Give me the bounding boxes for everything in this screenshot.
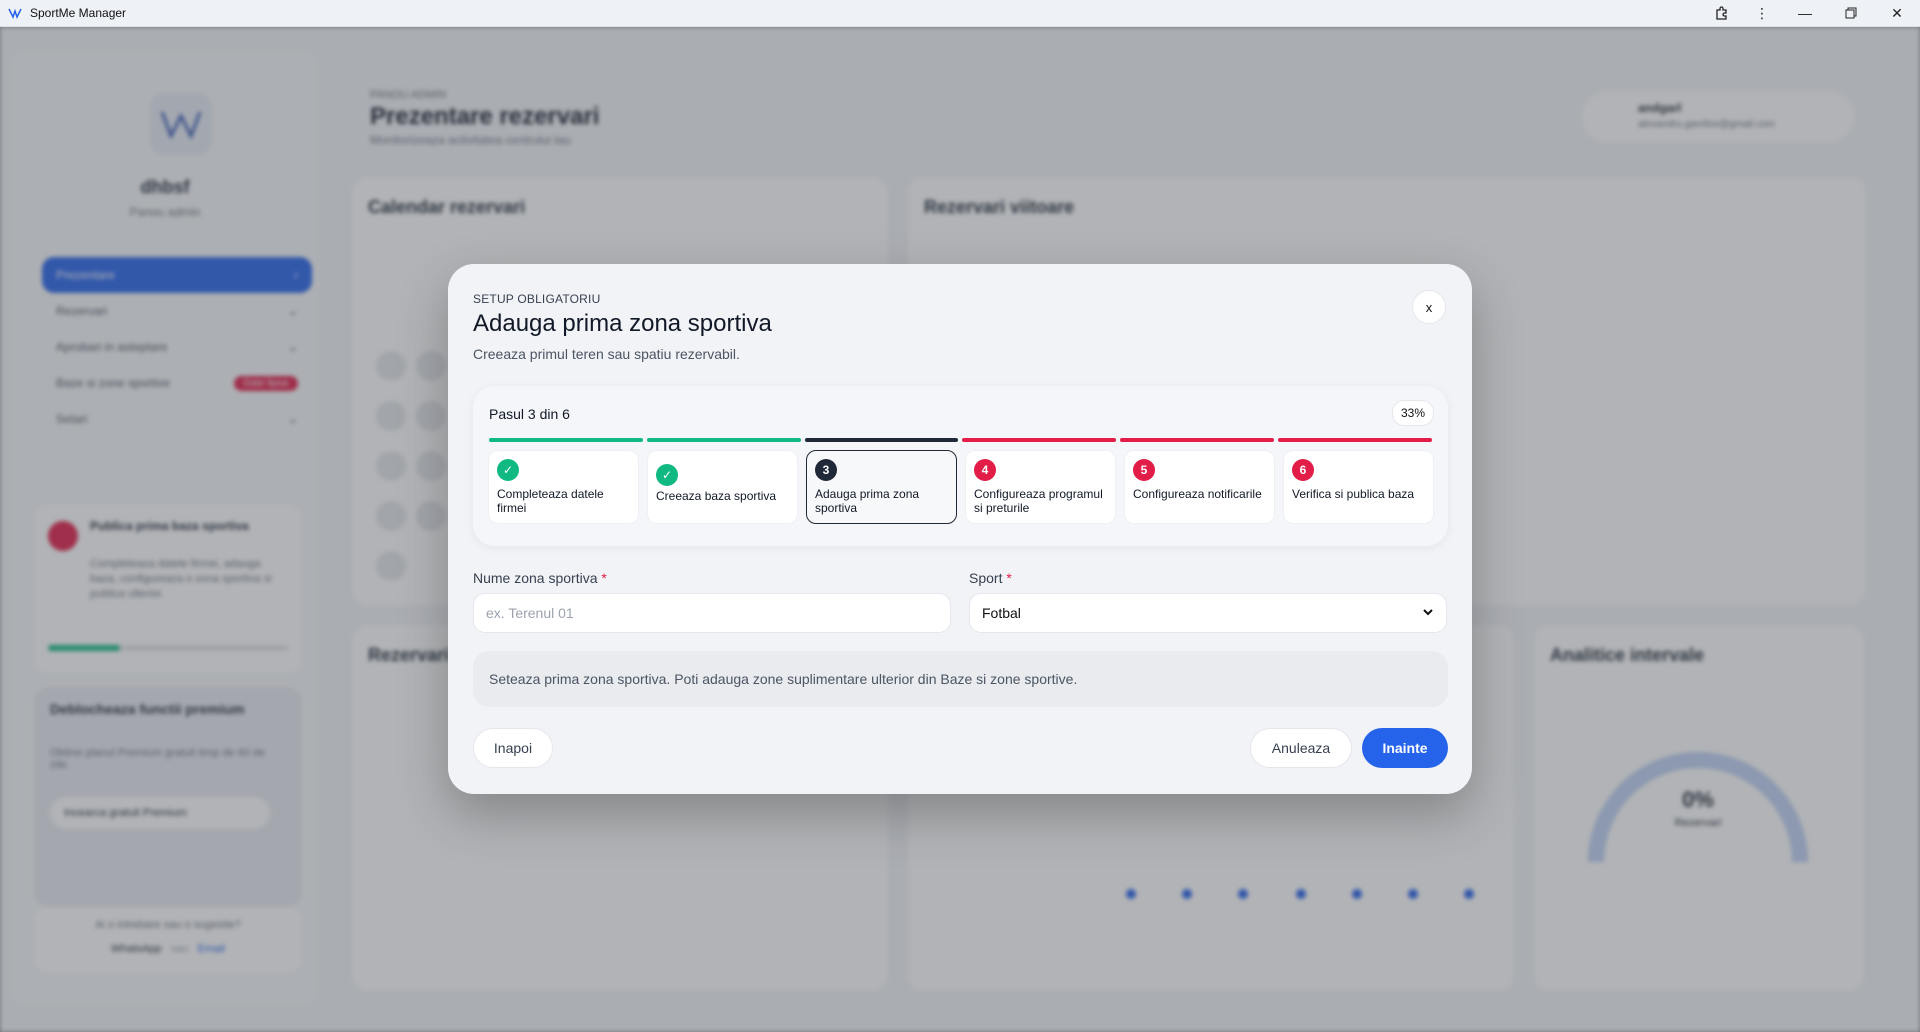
sport-select-value: Fotbal xyxy=(982,605,1021,621)
required-mark: * xyxy=(601,570,607,586)
modal-description: Creeaza primul teren sau spatiu rezervab… xyxy=(473,346,740,362)
step-counter: Pasul 3 din 6 xyxy=(489,406,570,422)
modal-kicker: SETUP OBLIGATORIU xyxy=(473,292,601,306)
modal-title: Adauga prima zona sportiva xyxy=(473,310,772,337)
check-icon: ✓ xyxy=(497,459,519,481)
step-card: ✓ Completeaza datele firmei xyxy=(488,450,639,524)
step-number: 4 xyxy=(974,459,996,481)
required-mark: * xyxy=(1006,570,1012,586)
next-button[interactable]: Inainte xyxy=(1362,728,1448,768)
progress-percent-badge: 33% xyxy=(1392,400,1434,426)
step-label: Verifica si publica baza xyxy=(1292,487,1415,501)
info-box: Seteaza prima zona sportiva. Poti adauga… xyxy=(473,651,1448,707)
more-options-icon[interactable]: ⋮ xyxy=(1742,0,1782,26)
step-card: ✓ Creeaza baza sportiva xyxy=(647,450,798,524)
zone-name-input[interactable] xyxy=(473,593,951,633)
extensions-icon[interactable] xyxy=(1702,0,1742,26)
steps-card: Pasul 3 din 6 33% ✓ Completeaza datele fi… xyxy=(473,386,1448,546)
cancel-button[interactable]: Anuleaza xyxy=(1250,728,1352,768)
step-list: ✓ Completeaza datele firmei ✓ Creeaza baza … xyxy=(488,450,1434,524)
step-card: 5 Configureaza notificarile xyxy=(1124,450,1275,524)
close-window-button[interactable]: ✕ xyxy=(1874,0,1920,26)
step-card: 3 Adauga prima zona sportiva xyxy=(806,450,957,524)
restore-button[interactable] xyxy=(1828,0,1874,26)
progress-segment xyxy=(804,438,959,442)
step-number: 3 xyxy=(815,459,837,481)
zone-name-label: Nume zona sportiva * xyxy=(473,570,607,586)
minimize-button[interactable]: — xyxy=(1782,0,1828,26)
step-card: 4 Configureaza programul si preturile xyxy=(965,450,1116,524)
step-label: Configureaza programul si preturile xyxy=(974,487,1103,516)
step-number: 5 xyxy=(1133,459,1155,481)
step-card: 6 Verifica si publica baza xyxy=(1283,450,1434,524)
zone-name-label-text: Nume zona sportiva xyxy=(473,570,598,586)
progress-segment xyxy=(646,438,801,442)
progress-segment xyxy=(1278,438,1432,442)
window-titlebar: SportMe Manager ⋮ — ✕ xyxy=(0,0,1920,27)
back-button[interactable]: Inapoi xyxy=(473,728,553,768)
window-title: SportMe Manager xyxy=(30,6,127,20)
progress-bars xyxy=(489,438,1432,442)
close-button[interactable]: x xyxy=(1412,290,1446,324)
app-logo-icon xyxy=(8,5,24,21)
chevron-down-icon xyxy=(1422,605,1434,621)
check-icon: ✓ xyxy=(656,464,678,486)
sport-select[interactable]: Fotbal xyxy=(969,593,1447,633)
step-number: 6 xyxy=(1292,459,1314,481)
sport-label: Sport * xyxy=(969,570,1012,586)
progress-segment xyxy=(962,438,1117,442)
sport-label-text: Sport xyxy=(969,570,1003,586)
setup-modal: SETUP OBLIGATORIU Adauga prima zona spor… xyxy=(448,264,1472,794)
progress-segment xyxy=(489,438,643,442)
progress-segment xyxy=(1120,438,1275,442)
step-label: Adauga prima zona sportiva xyxy=(815,487,920,516)
step-label: Configureaza notificarile xyxy=(1133,487,1262,501)
step-label: Completeaza datele firmei xyxy=(497,487,604,516)
step-label: Creeaza baza sportiva xyxy=(656,489,777,503)
